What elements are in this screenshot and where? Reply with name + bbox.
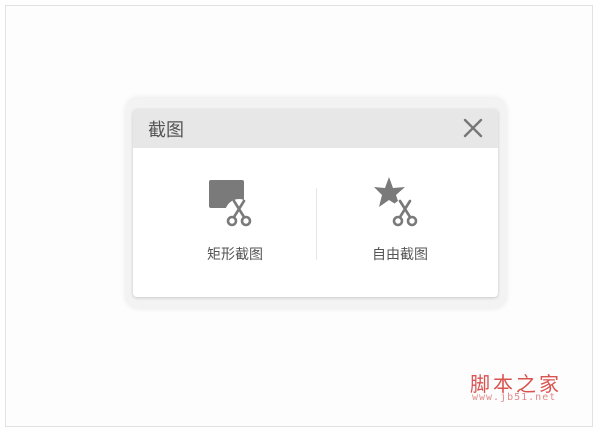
site-watermark: 脚本之家 www.jb51.net xyxy=(470,368,590,408)
star-scissors-icon xyxy=(372,175,424,229)
freeform-screenshot-button[interactable]: 自由截图 xyxy=(340,175,460,265)
option-label: 矩形截图 xyxy=(207,247,263,263)
option-divider xyxy=(316,188,317,260)
watermark-url: www.jb51.net xyxy=(472,392,557,403)
close-button[interactable] xyxy=(462,117,484,139)
rectangle-screenshot-button[interactable]: 矩形截图 xyxy=(175,175,295,265)
rectangle-scissors-icon xyxy=(207,175,259,229)
option-label: 自由截图 xyxy=(372,247,428,263)
dialog-title: 截图 xyxy=(148,120,184,141)
close-icon xyxy=(463,118,483,138)
screenshot-dialog: 截图 矩形截图 自由截图 xyxy=(133,109,498,297)
dialog-header: 截图 xyxy=(133,109,498,148)
